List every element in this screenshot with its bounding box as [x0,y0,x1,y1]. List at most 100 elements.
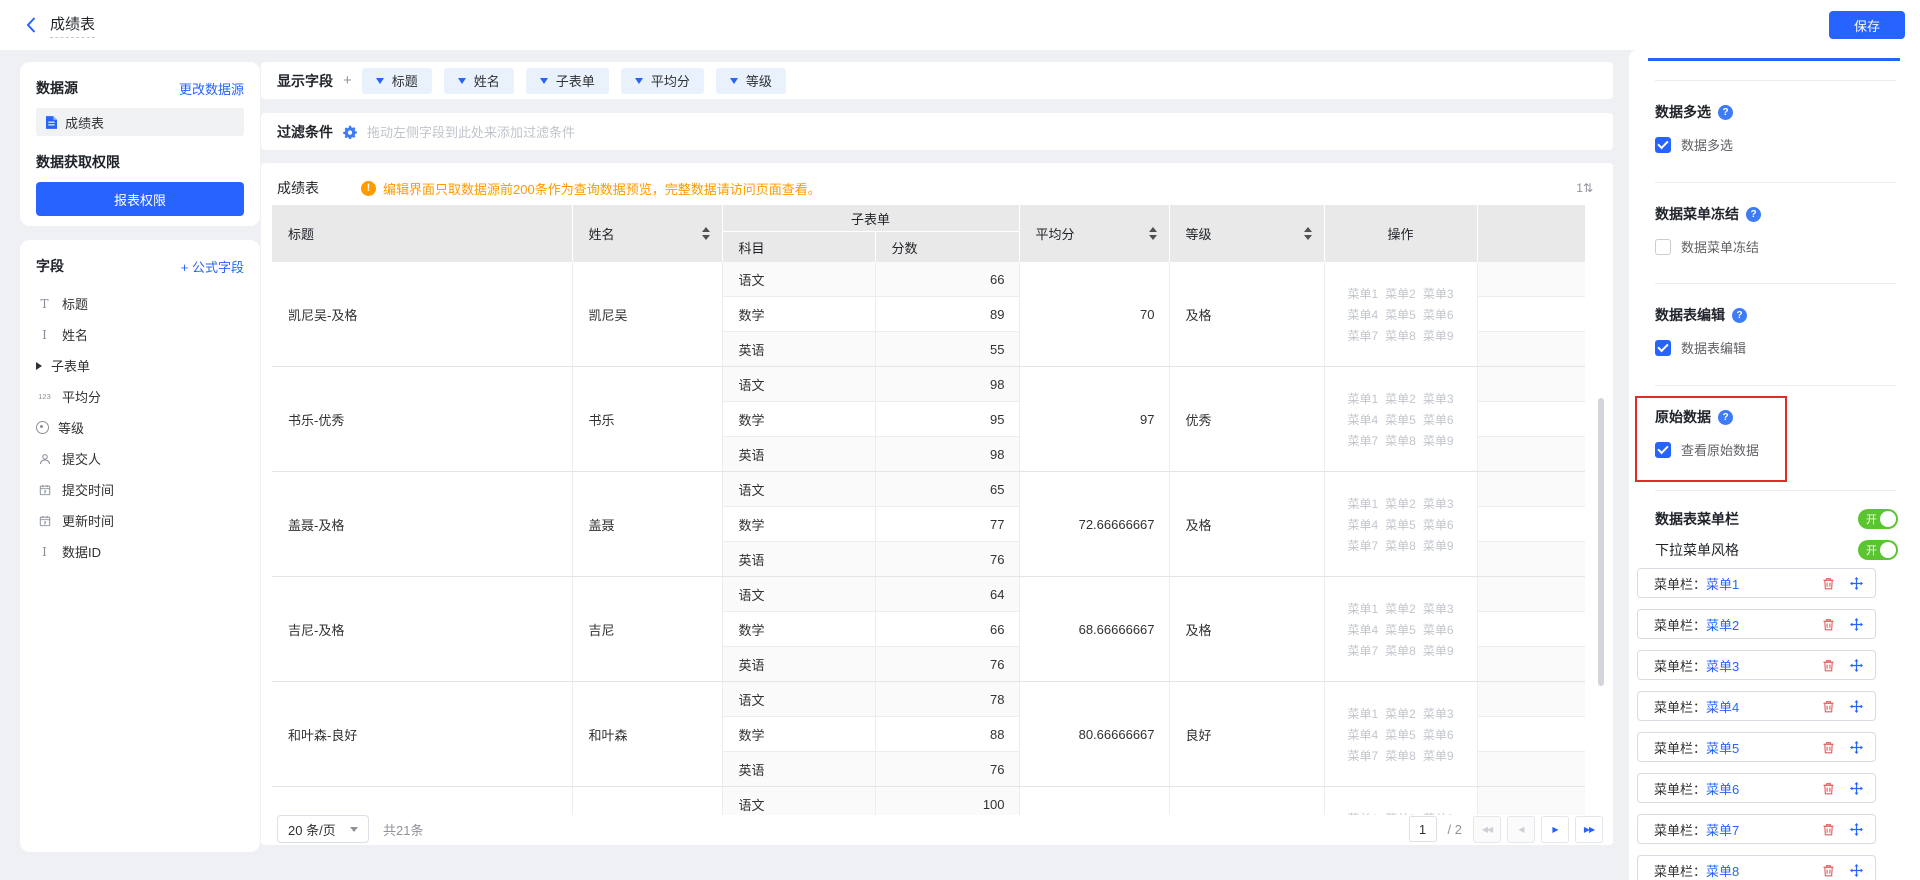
delete-icon[interactable] [1822,700,1835,713]
action-menu-link[interactable]: 菜单5 [1385,306,1416,323]
menu-bar-item[interactable]: 菜单栏：菜单7 [1637,814,1876,844]
gear-icon[interactable] [343,125,357,139]
help-icon[interactable] [1718,105,1733,120]
action-menu-link[interactable]: 菜单1 [1347,285,1378,302]
display-field-tag[interactable]: 等级 [716,68,786,94]
action-menu-link[interactable]: 菜单6 [1423,621,1454,638]
dropdown-style-toggle[interactable]: 开 [1858,540,1898,560]
field-item[interactable]: 等级 [36,412,244,443]
next-page-button[interactable]: ▶ [1541,816,1569,843]
menu-name-link[interactable]: 菜单3 [1706,659,1739,674]
action-menu-link[interactable]: 菜单3 [1423,600,1454,617]
delete-icon[interactable] [1822,659,1835,672]
action-menu-link[interactable]: 菜单7 [1347,642,1378,659]
action-menu-link[interactable]: 菜单8 [1385,747,1416,764]
menu-bar-item[interactable]: 菜单栏：菜单5 [1637,732,1876,762]
delete-icon[interactable] [1822,741,1835,754]
menubar-toggle[interactable]: 开 [1858,509,1898,529]
delete-icon[interactable] [1822,577,1835,590]
menu-bar-item[interactable]: 菜单栏：菜单2 [1637,609,1876,639]
action-menu-link[interactable]: 菜单5 [1385,726,1416,743]
move-icon[interactable] [1850,618,1863,631]
action-menu-link[interactable]: 菜单2 [1385,705,1416,722]
action-menu-link[interactable]: 菜单4 [1347,306,1378,323]
action-menu-link[interactable]: 菜单3 [1423,705,1454,722]
menu-bar-item[interactable]: 菜单栏：菜单8 [1637,855,1876,880]
move-icon[interactable] [1850,864,1863,877]
field-item[interactable]: 数据ID [36,536,244,567]
menu-name-link[interactable]: 菜单6 [1706,782,1739,797]
action-menu-link[interactable]: 菜单8 [1385,537,1416,554]
menu-name-link[interactable]: 菜单8 [1706,864,1739,879]
menu-name-link[interactable]: 菜单2 [1706,618,1739,633]
back-icon[interactable] [26,17,36,33]
checkbox[interactable] [1655,340,1671,356]
prev-page-button[interactable]: ◀ [1507,816,1535,843]
delete-icon[interactable] [1822,823,1835,836]
save-button[interactable]: 保存 [1829,11,1905,39]
field-item[interactable]: 标题 [36,288,244,319]
page-size-select[interactable]: 20 条/页 [277,815,369,843]
action-menu-link[interactable]: 菜单3 [1423,390,1454,407]
menu-name-link[interactable]: 菜单5 [1706,741,1739,756]
action-menu-link[interactable]: 菜单7 [1347,747,1378,764]
change-datasource-link[interactable]: 更改数据源 [179,79,244,98]
column-header-name[interactable]: 姓名 [572,205,722,262]
field-item[interactable]: 提交人 [36,443,244,474]
action-menu-link[interactable]: 菜单2 [1385,600,1416,617]
move-icon[interactable] [1850,823,1863,836]
action-menu-link[interactable]: 菜单1 [1347,705,1378,722]
menu-bar-item[interactable]: 菜单栏：菜单3 [1637,650,1876,680]
action-menu-link[interactable]: 菜单2 [1385,390,1416,407]
sort-icon[interactable] [1149,227,1157,240]
display-field-tag[interactable]: 姓名 [444,68,514,94]
action-menu-link[interactable]: 菜单8 [1385,327,1416,344]
field-item[interactable]: 提交时间 [36,474,244,505]
table-scrollbar[interactable] [1598,398,1604,686]
checkbox[interactable] [1655,137,1671,153]
action-menu-link[interactable]: 菜单6 [1423,726,1454,743]
report-permission-button[interactable]: 报表权限 [36,182,244,216]
action-menu-link[interactable]: 菜单4 [1347,411,1378,428]
page-title[interactable]: 成绩表 [50,13,95,38]
action-menu-link[interactable]: 菜单3 [1423,495,1454,512]
action-menu-link[interactable]: 菜单1 [1347,600,1378,617]
field-item[interactable]: 平均分 [36,381,244,412]
menu-bar-item[interactable]: 菜单栏：菜单1 [1637,568,1876,598]
checkbox[interactable] [1655,239,1671,255]
delete-icon[interactable] [1822,864,1835,877]
display-field-tag[interactable]: 子表单 [526,68,609,94]
menu-bar-item[interactable]: 菜单栏：菜单4 [1637,691,1876,721]
action-menu-link[interactable]: 菜单9 [1423,747,1454,764]
move-icon[interactable] [1850,577,1863,590]
page-input[interactable]: 1 [1409,816,1437,842]
action-menu-link[interactable]: 菜单7 [1347,432,1378,449]
action-menu-link[interactable]: 菜单2 [1385,495,1416,512]
move-icon[interactable] [1850,782,1863,795]
action-menu-link[interactable]: 菜单4 [1347,726,1378,743]
menu-name-link[interactable]: 菜单7 [1706,823,1739,838]
filter-bar[interactable]: 过滤条件 拖动左侧字段到此处来添加过滤条件 [261,113,1613,150]
action-menu-link[interactable]: 菜单6 [1423,411,1454,428]
action-menu-link[interactable]: 菜单7 [1347,537,1378,554]
delete-icon[interactable] [1822,782,1835,795]
move-icon[interactable] [1850,659,1863,672]
move-icon[interactable] [1850,700,1863,713]
move-icon[interactable] [1850,741,1863,754]
datasource-item[interactable]: 成绩表 [36,108,244,136]
action-menu-link[interactable]: 菜单1 [1347,495,1378,512]
field-item[interactable]: 姓名 [36,319,244,350]
add-field-icon[interactable]: + [343,72,352,89]
action-menu-link[interactable]: 菜单9 [1423,432,1454,449]
sort-order-icon[interactable]: 1⇅ [1576,181,1593,195]
field-item[interactable]: 子表单 [36,350,244,381]
action-menu-link[interactable]: 菜单6 [1423,306,1454,323]
action-menu-link[interactable]: 菜单8 [1385,642,1416,659]
action-menu-link[interactable]: 菜单2 [1385,285,1416,302]
action-menu-link[interactable]: 菜单3 [1423,285,1454,302]
action-menu-link[interactable]: 菜单9 [1423,537,1454,554]
action-menu-link[interactable]: 菜单4 [1347,516,1378,533]
action-menu-link[interactable]: 菜单9 [1423,327,1454,344]
action-menu-link[interactable]: 菜单4 [1347,621,1378,638]
display-field-tag[interactable]: 平均分 [621,68,704,94]
